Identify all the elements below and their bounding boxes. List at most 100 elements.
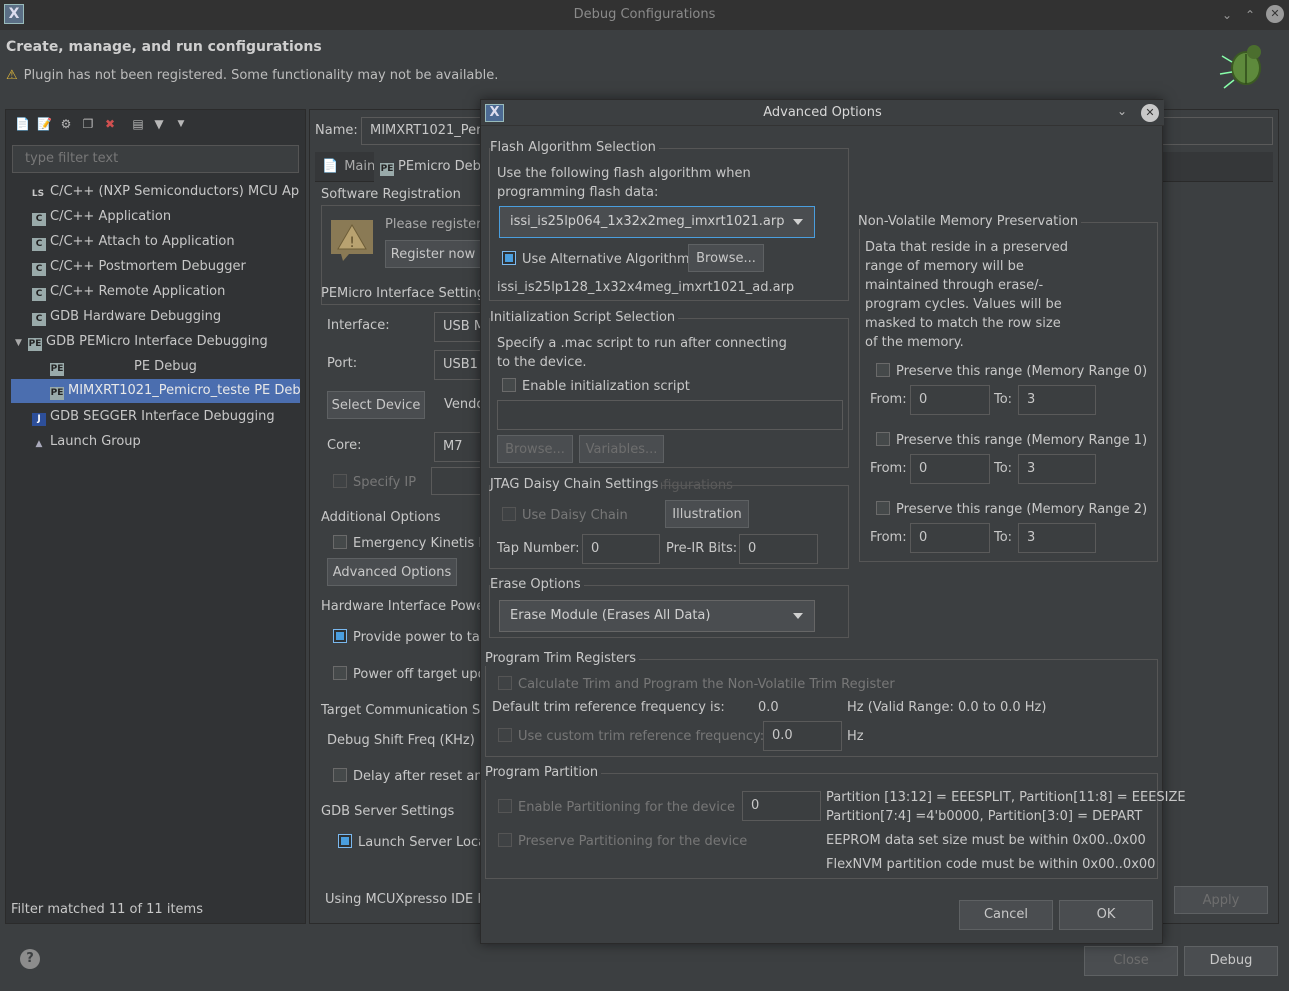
preserve-partition-checkbox[interactable] [498, 833, 512, 847]
range-0-from-field[interactable]: 0 [910, 385, 990, 415]
preserve-range-0-row[interactable]: Preserve this range (Memory Range 0) [876, 363, 1147, 379]
preserve-partition-row[interactable]: Preserve Partitioning for the device [498, 833, 747, 849]
default-trim-label: Default trim reference frequency is: [492, 700, 725, 715]
preserve-range-2-row[interactable]: Preserve this range (Memory Range 2) [876, 501, 1147, 517]
use-daisy-chain-checkbox[interactable] [502, 507, 516, 521]
tree-item-cpp-remote[interactable]: C C/C++ Remote Application [32, 280, 300, 304]
delay-after-reset-row[interactable]: Delay after reset and [333, 768, 491, 784]
filter-input[interactable]: type filter text [12, 145, 299, 173]
emergency-kinetis-row[interactable]: Emergency Kinetis D [333, 535, 488, 551]
tree-item-gdb-segger[interactable]: J GDB SEGGER Interface Debugging [32, 405, 300, 429]
range-2-to-field[interactable]: 3 [1018, 523, 1096, 553]
use-daisy-chain-row[interactable]: Use Daisy Chain [502, 507, 628, 523]
range-1-to-field[interactable]: 3 [1018, 454, 1096, 484]
export-icon[interactable]: ⚙ [59, 117, 73, 131]
interface-select[interactable]: USB M [434, 312, 482, 342]
collapse-all-icon[interactable]: ▤ [131, 117, 145, 131]
use-alt-algorithm-checkbox[interactable] [502, 251, 516, 265]
enable-partition-row[interactable]: Enable Partitioning for the device [498, 799, 735, 815]
preserve-range-1-row[interactable]: Preserve this range (Memory Range 1) [876, 432, 1147, 448]
custom-trim-checkbox[interactable] [498, 728, 512, 742]
pre-ir-bits-label: Pre-IR Bits: [666, 541, 738, 556]
use-alt-algorithm-row[interactable]: Use Alternative Algorithm [502, 251, 690, 267]
emergency-kinetis-checkbox[interactable] [333, 535, 347, 549]
range-1-from-field[interactable]: 0 [910, 454, 990, 484]
enable-init-script-checkbox[interactable] [502, 378, 516, 392]
c-icon: C [32, 238, 46, 251]
partition-value-field[interactable]: 0 [742, 791, 821, 821]
port-select[interactable]: USB1 [434, 350, 482, 380]
pre-ir-bits-field[interactable]: 0 [739, 534, 818, 564]
calc-trim-checkbox[interactable] [498, 676, 512, 690]
port-label: Port: [327, 356, 358, 371]
core-select[interactable]: M7 [434, 432, 482, 462]
tap-number-field[interactable]: 0 [582, 534, 660, 564]
erase-options-select[interactable]: Erase Module (Erases All Data) [499, 600, 815, 632]
chevron-up-icon[interactable]: ⌃ [1240, 5, 1260, 25]
tree-item-mimxrt1021-config[interactable]: PE MIMXRT1021_Pemicro_teste PE Debug [50, 379, 300, 403]
duplicate-icon[interactable]: ❐ [81, 117, 95, 131]
tree-item-cpp-attach[interactable]: C C/C++ Attach to Application [32, 230, 300, 254]
ip-field[interactable] [431, 467, 481, 495]
tree-item-gdb-pemicro[interactable]: ▼ PE GDB PEMicro Interface Debugging [15, 330, 300, 354]
specify-ip-checkbox[interactable] [333, 474, 347, 488]
new-config-icon[interactable]: 📄 [15, 117, 30, 131]
target-comm-heading: Target Communication Spe [321, 703, 497, 718]
init-script-path-field[interactable] [497, 400, 843, 430]
enable-partition-checkbox[interactable] [498, 799, 512, 813]
illustration-button[interactable]: Illustration [665, 500, 749, 528]
tree-item-pe-debug[interactable]: PE PE Debug [50, 355, 300, 379]
preserve-range-1-checkbox[interactable] [876, 432, 890, 446]
expand-arrow-icon[interactable]: ▼ [15, 331, 28, 354]
dialog-chevron-down-icon[interactable]: ⌄ [1117, 104, 1127, 118]
flash-algorithm-select[interactable]: issi_is25lp064_1x32x2meg_imxrt1021.arp [499, 206, 815, 238]
range-2-from-field[interactable]: 0 [910, 523, 990, 553]
view-menu-icon[interactable]: ▼ [174, 117, 188, 131]
flash-algorithm-dropdown-icon[interactable] [793, 219, 803, 225]
tab-pemicro-debugger[interactable]: PE PEmicro Debu [374, 152, 489, 182]
provide-power-checkbox[interactable] [333, 629, 347, 643]
enable-init-script-row[interactable]: Enable initialization script [502, 378, 690, 394]
preserve-range-2-checkbox[interactable] [876, 501, 890, 515]
delay-after-reset-checkbox[interactable] [333, 768, 347, 782]
help-icon[interactable]: ? [20, 949, 40, 969]
cancel-button[interactable]: Cancel [959, 900, 1053, 930]
filter-icon[interactable]: ▼ [152, 117, 166, 131]
preserve-range-0-checkbox[interactable] [876, 363, 890, 377]
registration-warning: ⚠ Plugin has not been registered. Some fu… [6, 68, 498, 83]
close-button[interactable]: Close [1084, 946, 1178, 976]
erase-options-dropdown-icon[interactable] [793, 613, 803, 619]
calc-trim-row[interactable]: Calculate Trim and Program the Non-Volat… [498, 676, 895, 692]
ok-button[interactable]: OK [1059, 900, 1153, 930]
tree-item-gdb-hardware[interactable]: C GDB Hardware Debugging [32, 305, 300, 329]
init-script-variables-button[interactable]: Variables... [579, 435, 664, 463]
init-script-browse-button[interactable]: Browse... [497, 435, 573, 463]
new-prototype-icon[interactable]: 📝 [37, 117, 52, 131]
custom-trim-row[interactable]: Use custom trim reference frequency: [498, 728, 764, 744]
custom-trim-field[interactable]: 0.0 [763, 721, 842, 751]
name-label: Name: [315, 123, 358, 138]
debug-button[interactable]: Debug [1184, 946, 1278, 976]
dialog-close-icon[interactable]: ✕ [1141, 104, 1159, 122]
delete-icon[interactable]: ✖ [103, 117, 117, 131]
tree-item-cpp-application[interactable]: C C/C++ Application [32, 205, 300, 229]
launch-server-checkbox[interactable] [338, 834, 352, 848]
tree-item-launch-group[interactable]: ▲ Launch Group [32, 430, 300, 454]
ide-version-text: Using MCUXpresso IDE P [325, 892, 486, 907]
provide-power-row[interactable]: Provide power to tar [333, 629, 485, 645]
specify-ip-row[interactable]: Specify IP [333, 474, 416, 490]
register-now-button[interactable]: Register now [385, 240, 481, 268]
close-window-icon[interactable]: ✕ [1266, 5, 1284, 23]
range-0-to-field[interactable]: 3 [1018, 385, 1096, 415]
advanced-options-button[interactable]: Advanced Options [327, 558, 457, 586]
launch-server-row[interactable]: Launch Server Local [338, 834, 490, 850]
tree-item-nxp-mcu[interactable]: LSC/C++ (NXP Semiconductors) MCU Applica [30, 180, 300, 204]
tab-main[interactable]: 📄 Main [322, 159, 375, 174]
tree-item-cpp-postmortem[interactable]: C C/C++ Postmortem Debugger [32, 255, 300, 279]
chevron-down-icon[interactable]: ⌄ [1217, 5, 1237, 25]
power-off-checkbox[interactable] [333, 666, 347, 680]
select-device-button[interactable]: Select Device [327, 391, 425, 419]
power-off-row[interactable]: Power off target upo [333, 666, 486, 682]
apply-button[interactable]: Apply [1174, 886, 1268, 914]
alt-algorithm-browse-button[interactable]: Browse... [688, 244, 764, 272]
